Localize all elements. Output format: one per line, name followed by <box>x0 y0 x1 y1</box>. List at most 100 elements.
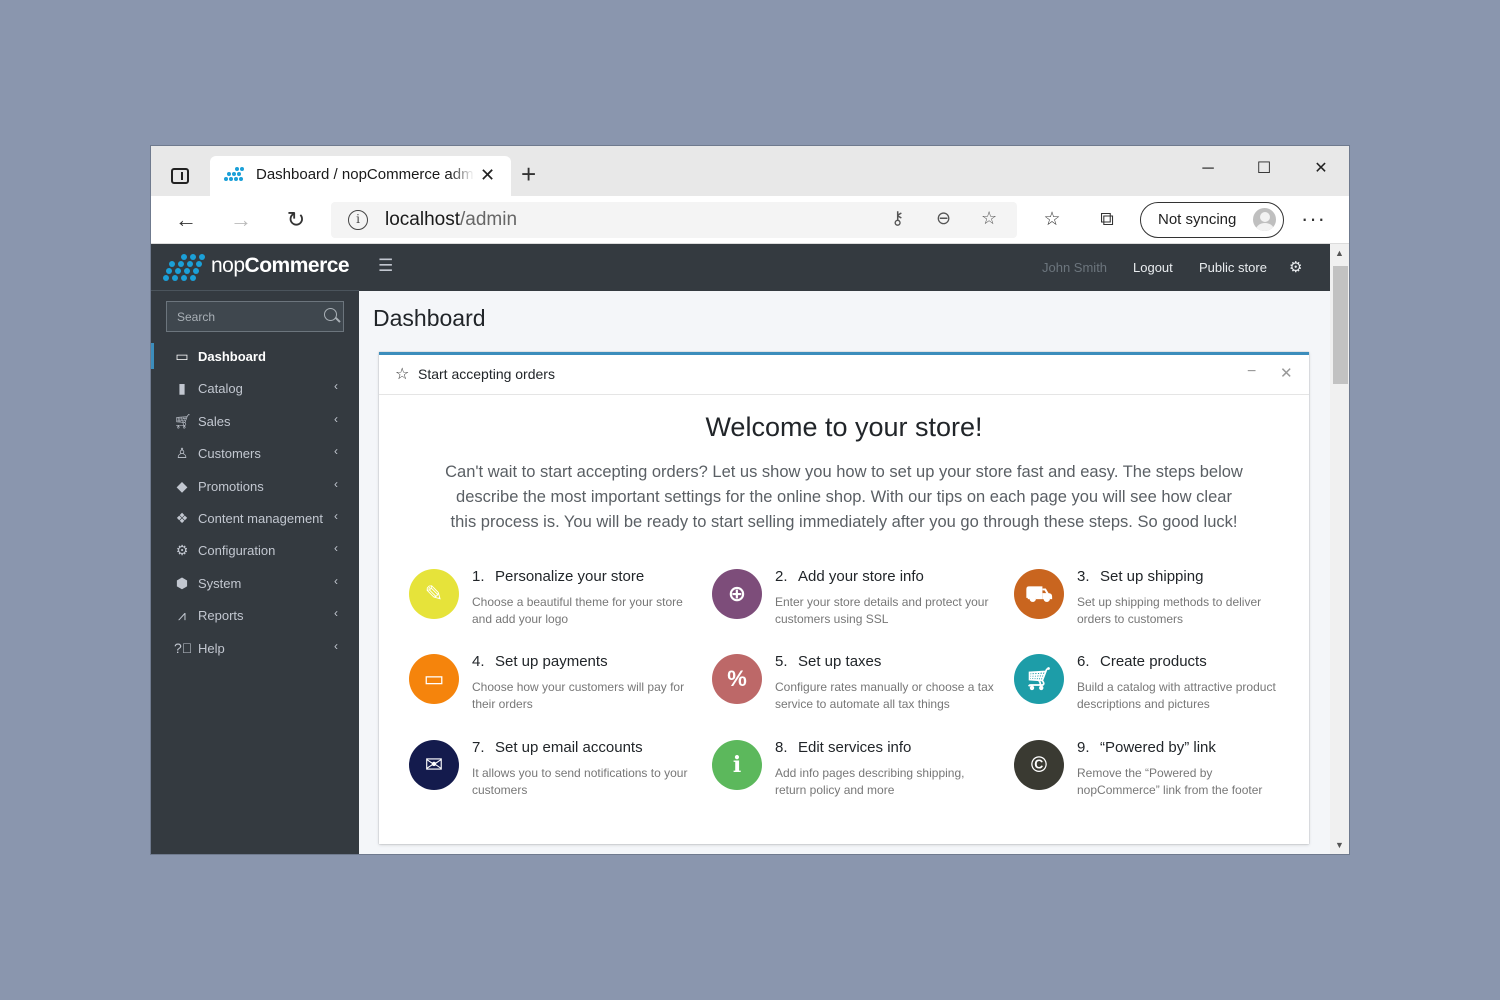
minimize-icon[interactable]: ─ <box>1188 154 1228 184</box>
scroll-down-icon[interactable]: ▼ <box>1335 840 1344 850</box>
step-taxes[interactable]: % 5. Set up taxes Configure rates manual… <box>682 650 994 725</box>
sidebar: nopCommerce ▭ Dashboard ▮ Catalog ‹ 🛒︎ <box>151 244 359 854</box>
step-description: Configure rates manually or choose a tax… <box>775 680 994 711</box>
sidebar-item-dashboard[interactable]: ▭ Dashboard <box>151 341 359 373</box>
title-bar: Dashboard / nopCommerce administration ✕… <box>151 146 1349 196</box>
sidebar-item-system[interactable]: ⬢ System ‹ <box>151 568 359 600</box>
credit-card-icon: ▭ <box>409 654 459 704</box>
tab-title: Dashboard / nopCommerce administration <box>256 166 474 183</box>
zoom-out-icon[interactable]: ⊖ <box>936 208 951 229</box>
step-store-info[interactable]: ⊕ 2. Add your store info Enter your stor… <box>682 565 988 640</box>
chevron-left-icon: ‹ <box>334 541 338 556</box>
user-icon: ♙ <box>175 445 189 462</box>
browser-window: Dashboard / nopCommerce administration ✕… <box>150 145 1350 855</box>
scroll-up-icon[interactable]: ▲ <box>1335 248 1344 258</box>
step-title[interactable]: Edit services info <box>798 739 911 756</box>
key-icon[interactable]: ⚷ <box>891 208 904 229</box>
new-tab-button[interactable]: + <box>521 160 536 188</box>
address-bar[interactable]: i localhost/admin ⚷ ⊖ ☆ <box>331 202 1017 238</box>
collapse-card-icon[interactable]: − <box>1247 363 1256 381</box>
step-title[interactable]: Set up payments <box>495 653 608 670</box>
navigation-bar: ← → ↻ i localhost/admin ⚷ ⊖ ☆ ☆ ⧉ Not sy… <box>151 196 1349 244</box>
copyright-icon: © <box>1014 740 1064 790</box>
card-header: ☆ Start accepting orders − ✕ <box>379 355 1309 395</box>
sidebar-item-reports[interactable]: ⩘ Reports ‹ <box>151 600 359 632</box>
nopcommerce-logo-icon <box>163 253 205 283</box>
admin-header: ☰ John Smith Logout Public store ⚙ <box>359 244 1330 291</box>
sidebar-item-catalog[interactable]: ▮ Catalog ‹ <box>151 373 359 405</box>
more-menu-icon[interactable]: ··· <box>1301 206 1326 232</box>
step-services-info[interactable]: i 8. Edit services info Add info pages d… <box>682 736 964 811</box>
search-input[interactable] <box>167 302 317 331</box>
step-description: Add info pages describing shipping, retu… <box>775 766 965 797</box>
collections-icon[interactable]: ⧉ <box>1092 206 1122 234</box>
step-title[interactable]: Add your store info <box>798 568 924 585</box>
search-icon[interactable] <box>324 308 337 321</box>
sidebar-search <box>166 301 344 332</box>
chevron-left-icon: ‹ <box>334 638 338 653</box>
welcome-heading: Welcome to your store! <box>705 412 983 442</box>
maximize-icon[interactable]: ☐ <box>1244 154 1284 184</box>
current-user: John Smith <box>1042 260 1108 275</box>
chevron-left-icon: ‹ <box>334 379 338 394</box>
hamburger-menu-icon[interactable]: ☰ <box>378 256 393 276</box>
step-shipping[interactable]: ⛟ 3. Set up shipping Set up shipping met… <box>984 565 1264 640</box>
step-create-products[interactable]: 🛒︎ 6. Create products Build a catalog wi… <box>984 650 1276 725</box>
browser-tab[interactable]: Dashboard / nopCommerce administration ✕ <box>210 156 511 196</box>
step-title[interactable]: “Powered by” link <box>1100 739 1216 756</box>
page-scrollbar[interactable]: ▲ ▼ <box>1330 244 1349 854</box>
step-title[interactable]: Set up shipping <box>1100 568 1203 585</box>
sidebar-item-content-management[interactable]: ❖ Content management ‹ <box>151 503 359 535</box>
url-text[interactable]: localhost/admin <box>385 209 517 231</box>
sidebar-item-promotions[interactable]: ◆ Promotions ‹ <box>151 471 359 503</box>
start-accepting-orders-card: ☆ Start accepting orders − ✕ Welcome to … <box>379 352 1309 844</box>
settings-gears-icon[interactable]: ⚙ <box>1289 258 1302 276</box>
sidebar-item-help[interactable]: ?⃝ Help ‹ <box>151 633 359 665</box>
sidebar-item-sales[interactable]: 🛒︎ Sales ‹ <box>151 406 359 438</box>
card-title: Start accepting orders <box>418 366 555 382</box>
favorites-icon[interactable]: ☆ <box>1037 206 1067 234</box>
sidebar-item-customers[interactable]: ♙ Customers ‹ <box>151 438 359 470</box>
forward-arrow-icon[interactable]: → <box>226 206 256 234</box>
step-description: Choose a beautiful theme for your store … <box>472 595 683 626</box>
globe-icon: ⊕ <box>712 569 762 619</box>
refresh-icon[interactable]: ↻ <box>281 206 311 234</box>
step-title[interactable]: Set up email accounts <box>495 739 643 756</box>
back-arrow-icon[interactable]: ← <box>171 206 201 234</box>
chart-icon: ⩘ <box>178 607 186 624</box>
step-email-accounts[interactable]: ✉ 7. Set up email accounts It allows you… <box>379 736 687 811</box>
window-close-icon[interactable]: ✕ <box>1301 154 1341 184</box>
tab-close-icon[interactable]: ✕ <box>480 165 495 186</box>
welcome-intro: Can't wait to start accepting orders? Le… <box>445 463 1243 531</box>
url-host: localhost <box>385 209 460 230</box>
step-personalize-store[interactable]: ✎ 1. Personalize your store Choose a bea… <box>379 565 683 640</box>
step-powered-by-link[interactable]: © 9. “Powered by” link Remove the “Power… <box>984 736 1264 811</box>
page-title: Dashboard <box>373 305 486 331</box>
envelope-icon: ✉ <box>409 740 459 790</box>
step-title[interactable]: Create products <box>1100 653 1207 670</box>
step-payments[interactable]: ▭ 4. Set up payments Choose how your cus… <box>379 650 684 725</box>
step-description: Build a catalog with attractive product … <box>1077 680 1276 711</box>
step-title[interactable]: Personalize your store <box>495 568 644 585</box>
profile-sync-button[interactable]: Not syncing <box>1140 202 1284 238</box>
main-content: Dashboard ☆ Start accepting orders − ✕ W… <box>359 291 1330 854</box>
brand-logo[interactable]: nopCommerce <box>151 244 359 291</box>
logout-link[interactable]: Logout <box>1133 260 1173 275</box>
scroll-thumb[interactable] <box>1333 266 1348 384</box>
cube-icon: ⬢ <box>175 574 189 591</box>
percent-icon: % <box>712 654 762 704</box>
step-description: Set up shipping methods to deliver order… <box>1077 595 1262 626</box>
chevron-left-icon: ‹ <box>334 606 338 621</box>
truck-icon: ⛟ <box>1014 569 1064 619</box>
sidebar-menu: ▭ Dashboard ▮ Catalog ‹ 🛒︎ Sales ‹ ♙ Cus… <box>151 341 359 665</box>
add-favorite-icon[interactable]: ☆ <box>981 208 997 229</box>
step-title[interactable]: Set up taxes <box>798 653 881 670</box>
step-description: It allows you to send notifications to y… <box>472 766 688 797</box>
close-card-icon[interactable]: ✕ <box>1280 364 1293 382</box>
public-store-link[interactable]: Public store <box>1199 260 1267 275</box>
url-path: /admin <box>460 209 518 230</box>
sidebar-item-configuration[interactable]: ⚙ Configuration ‹ <box>151 535 359 567</box>
cart-icon: 🛒︎ <box>174 412 192 429</box>
tab-actions-icon[interactable] <box>171 168 189 184</box>
site-info-icon[interactable]: i <box>348 210 368 230</box>
